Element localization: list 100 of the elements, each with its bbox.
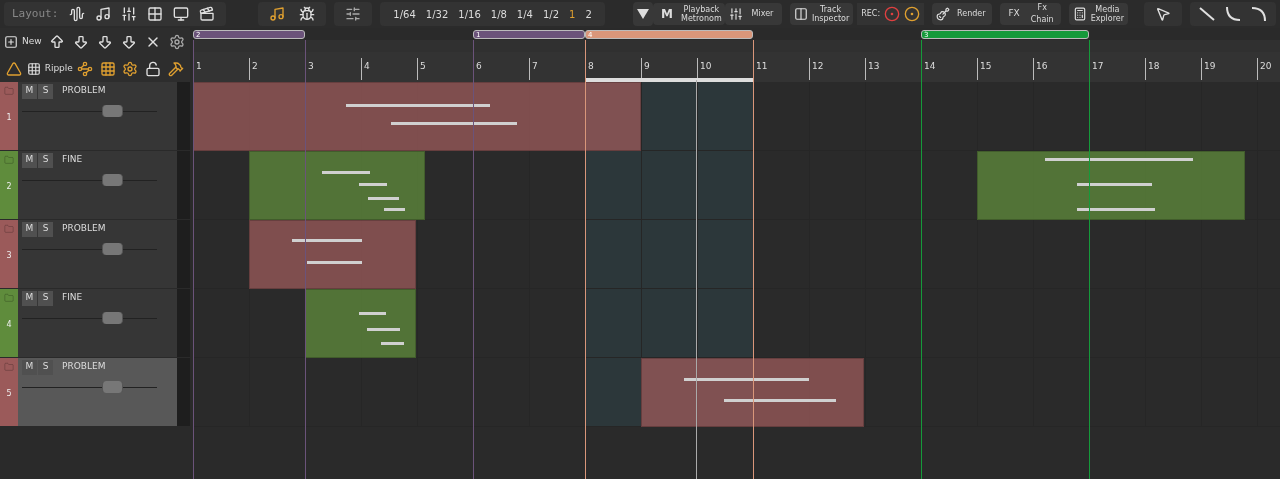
midi-clip[interactable] (977, 151, 1246, 220)
new-button[interactable]: New (4, 34, 42, 49)
volume-slider[interactable] (22, 242, 157, 256)
grid-value-button[interactable]: 1/32 (420, 3, 454, 25)
curve-tool-icon[interactable] (1224, 5, 1242, 23)
volume-slider[interactable] (22, 173, 157, 187)
bar-number: 17 (1092, 60, 1104, 73)
solo-button[interactable]: S (38, 221, 53, 237)
columns-icon (793, 7, 808, 21)
solo-button[interactable]: S (38, 83, 53, 99)
bar-number: 9 (644, 60, 650, 73)
track-number: 1 (6, 112, 12, 124)
bar-number: 18 (1148, 60, 1160, 73)
midi-note[interactable] (359, 182, 388, 186)
bar-number: 7 (532, 60, 538, 73)
record-icon[interactable] (904, 6, 921, 22)
grid-value-button[interactable]: 1 (564, 3, 581, 25)
track-header[interactable]: M S PROBLEM (18, 82, 177, 150)
bar-number: 16 (1036, 60, 1048, 73)
render-button[interactable]: Render (932, 3, 993, 25)
volume-slider[interactable] (22, 311, 157, 325)
track-header[interactable]: M S PROBLEM (18, 358, 177, 426)
midi-note[interactable] (359, 312, 386, 316)
curve-tool-icon[interactable] (1250, 5, 1268, 23)
bar-number: 6 (476, 60, 482, 73)
grid-value-button[interactable]: 1/16 (453, 3, 486, 25)
mute-button[interactable]: M (22, 290, 37, 306)
midi-note[interactable] (381, 342, 404, 346)
midi-note[interactable] (383, 207, 405, 211)
mute-button[interactable]: M (22, 152, 37, 168)
track-header[interactable]: M S PROBLEM (18, 220, 177, 288)
solo-button[interactable]: S (38, 152, 53, 168)
slider-thumb[interactable] (102, 312, 124, 324)
mute-button[interactable]: M (22, 221, 37, 237)
grid-value-button[interactable]: 1/4 (511, 3, 538, 25)
midi-note[interactable] (724, 398, 836, 402)
volume-slider[interactable] (22, 104, 157, 118)
solo-button[interactable]: S (38, 359, 53, 375)
bar-number: 5 (420, 60, 426, 73)
record-icon[interactable] (884, 6, 901, 22)
midi-clip[interactable] (249, 151, 425, 220)
bar-number: 8 (588, 60, 594, 73)
guitar-icon (936, 7, 951, 21)
track-name: FINE (62, 153, 83, 167)
solo-button[interactable]: S (38, 290, 53, 306)
bar-number: 15 (980, 60, 992, 73)
slider-thumb[interactable] (102, 105, 124, 117)
midi-note[interactable] (1077, 207, 1155, 211)
bar-number: 12 (812, 60, 824, 73)
midi-note[interactable] (306, 260, 362, 264)
midi-clip[interactable] (641, 358, 864, 427)
track-name: PROBLEM (62, 84, 106, 98)
track-inspector-button[interactable]: Track Inspector (789, 3, 854, 25)
mute-button[interactable]: M (22, 83, 37, 99)
midi-note[interactable] (367, 196, 400, 200)
track-name: PROBLEM (62, 222, 106, 236)
line-tool-icon[interactable] (1198, 5, 1216, 23)
grid-value-button[interactable]: 1/64 (388, 3, 421, 25)
track-name: FINE (62, 291, 83, 305)
bar-number: 2 (252, 60, 258, 73)
rec-label: REC: (861, 8, 881, 20)
fx-chain-button[interactable]: FX Fx Chain (1000, 3, 1061, 25)
midi-note[interactable] (1077, 182, 1153, 186)
grid-icon (26, 61, 41, 76)
grid-value-button[interactable]: 1/2 (537, 3, 565, 25)
midi-note[interactable] (1045, 157, 1193, 161)
triangle-down-icon (636, 9, 649, 19)
midi-note[interactable] (346, 104, 490, 108)
slider-thumb[interactable] (102, 174, 124, 186)
dropdown-button[interactable] (632, 2, 654, 26)
slider-thumb[interactable] (102, 243, 124, 255)
grid-value-button[interactable]: 2 (580, 3, 597, 25)
track-header[interactable]: M S FINE (18, 151, 177, 219)
plus-square-icon (4, 34, 18, 49)
midi-note[interactable] (684, 377, 810, 381)
mixer-button[interactable]: Mixer (725, 3, 782, 25)
midi-note[interactable] (322, 171, 370, 175)
track-number: 5 (6, 388, 12, 400)
midi-note[interactable] (366, 328, 401, 332)
midi-clip[interactable] (249, 220, 416, 289)
media-explorer-button[interactable]: Media Explorer (1068, 3, 1128, 25)
midi-clip[interactable] (305, 289, 416, 358)
track-number: 4 (6, 319, 12, 331)
bar-number: 13 (868, 60, 880, 73)
bar-number: 10 (700, 60, 712, 73)
bar-number: 3 (308, 60, 314, 73)
grid-value-button[interactable]: 1/8 (485, 3, 512, 25)
slider-thumb[interactable] (102, 381, 124, 393)
volume-slider[interactable] (22, 380, 157, 394)
midi-note[interactable] (391, 122, 517, 126)
track-number: 2 (6, 181, 12, 193)
bar-number: 19 (1204, 60, 1216, 73)
midi-clip[interactable] (193, 82, 641, 151)
bar-number: 4 (364, 60, 370, 73)
midi-note[interactable] (291, 238, 362, 242)
layout-label: Layout: (12, 5, 59, 22)
track-header[interactable]: M S FINE (18, 289, 177, 357)
mute-button[interactable]: M (22, 359, 37, 375)
ripple-button[interactable]: Ripple (26, 61, 73, 76)
track-number: 3 (6, 250, 12, 262)
